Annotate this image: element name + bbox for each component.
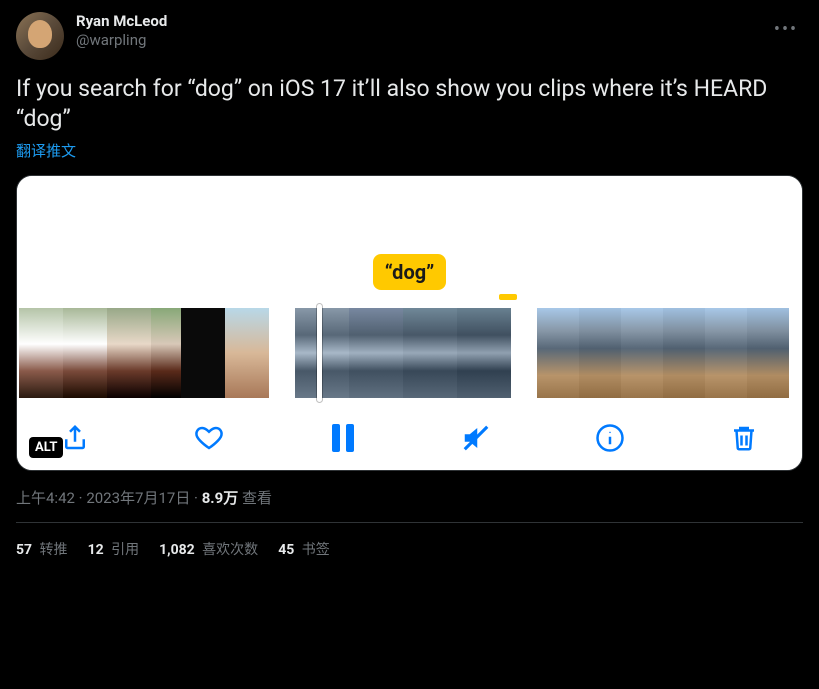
views-label: 查看: [238, 489, 272, 507]
author-display-name[interactable]: Ryan McLeod: [76, 12, 757, 31]
meta-sep: ·: [190, 489, 201, 507]
engagement-row: 57 转推 12 引用 1,082 喜欢次数 45 书签: [16, 523, 803, 575]
author-handle[interactable]: @warpling: [76, 31, 757, 50]
tweet-text: If you search for “dog” on iOS 17 it’ll …: [16, 74, 803, 134]
tweet-container: Ryan McLeod @warpling ••• If you search …: [0, 0, 819, 575]
media-card[interactable]: “dog”: [16, 175, 803, 471]
meta-sep: ·: [75, 489, 86, 507]
clip-thumb[interactable]: [663, 308, 705, 398]
meta-time[interactable]: 上午4:42: [16, 489, 75, 507]
clip-thumb[interactable]: [457, 308, 511, 398]
media-inner: “dog”: [17, 176, 802, 470]
quotes-label: 引用: [108, 542, 139, 558]
media-toolbar: [17, 398, 802, 460]
retweets-label: 转推: [36, 542, 67, 558]
clip-group[interactable]: [537, 308, 789, 398]
mute-icon[interactable]: [456, 418, 496, 458]
clip-group[interactable]: [295, 308, 511, 398]
clip-thumb[interactable]: [63, 308, 107, 398]
clip-thumb[interactable]: [225, 308, 269, 398]
clip-thumb[interactable]: [295, 308, 349, 398]
clip-thumb[interactable]: [151, 308, 181, 398]
clip-thumb[interactable]: [537, 308, 579, 398]
clip-thumb[interactable]: [747, 308, 789, 398]
bookmarks-stat[interactable]: 45 书签: [278, 539, 330, 559]
views-count[interactable]: 8.9万: [202, 489, 239, 507]
clip-thumb[interactable]: [19, 308, 63, 398]
likes-label: 喜欢次数: [199, 542, 258, 558]
clip-thumb[interactable]: [107, 308, 151, 398]
clip-thumb[interactable]: [403, 308, 457, 398]
quotes-count: 12: [88, 542, 104, 558]
tweet-meta: 上午4:42 · 2023年7月17日 · 8.9万 查看: [16, 487, 803, 508]
trash-icon[interactable]: [724, 418, 764, 458]
bookmarks-count: 45: [278, 542, 294, 558]
alt-badge[interactable]: ALT: [29, 437, 63, 458]
bookmarks-label: 书签: [298, 542, 329, 558]
meta-date[interactable]: 2023年7月17日: [86, 489, 190, 507]
info-icon[interactable]: [590, 418, 630, 458]
pause-icon[interactable]: [323, 418, 363, 458]
video-timeline[interactable]: [17, 308, 802, 398]
search-tag-marker: [499, 294, 517, 300]
retweets-stat[interactable]: 57 转推: [16, 539, 68, 559]
avatar[interactable]: [16, 12, 64, 60]
playhead[interactable]: [317, 304, 322, 402]
search-tag-wrap: “dog”: [17, 254, 802, 290]
more-button[interactable]: •••: [769, 12, 803, 46]
tweet-header: Ryan McLeod @warpling •••: [16, 12, 803, 60]
clip-thumb[interactable]: [705, 308, 747, 398]
clip-thumb[interactable]: [181, 308, 225, 398]
clip-thumb[interactable]: [579, 308, 621, 398]
heart-icon[interactable]: [189, 418, 229, 458]
retweets-count: 57: [16, 542, 32, 558]
search-tag: “dog”: [373, 254, 447, 290]
likes-count: 1,082: [159, 542, 195, 558]
translate-link[interactable]: 翻译推文: [16, 140, 803, 161]
author-names: Ryan McLeod @warpling: [76, 12, 757, 50]
clip-thumb[interactable]: [349, 308, 403, 398]
clip-group[interactable]: [19, 308, 269, 398]
quotes-stat[interactable]: 12 引用: [88, 539, 140, 559]
likes-stat[interactable]: 1,082 喜欢次数: [159, 539, 258, 559]
clip-thumb[interactable]: [621, 308, 663, 398]
